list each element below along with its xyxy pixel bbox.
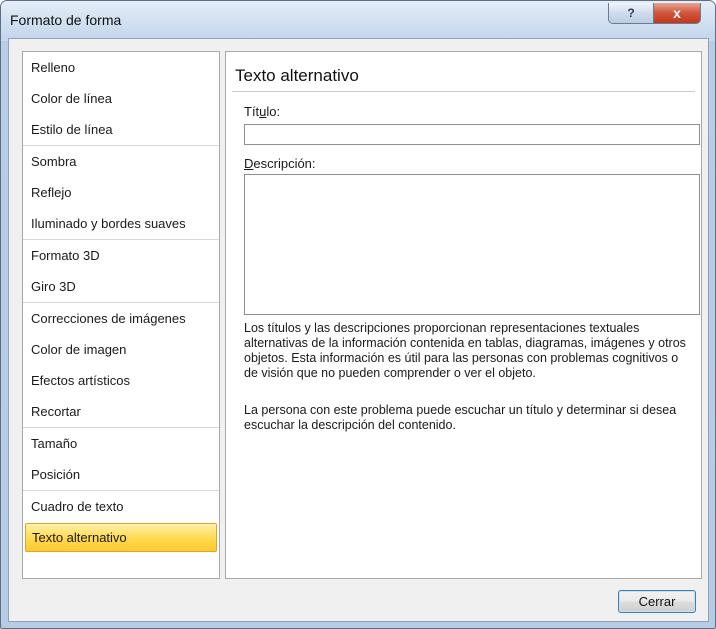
nav-item-giro-3d[interactable]: Giro 3D	[23, 271, 219, 302]
nav-group: Relleno Color de línea Estilo de línea	[23, 52, 219, 146]
description-input[interactable]	[244, 174, 700, 315]
nav-group: Correcciones de imágenes Color de imagen E…	[23, 303, 219, 428]
heading-divider	[232, 91, 695, 92]
nav-item-tamano[interactable]: Tamaño	[23, 428, 219, 459]
description-field-label: Descripción:	[244, 156, 316, 171]
nav-item-color-de-imagen[interactable]: Color de imagen	[23, 334, 219, 365]
close-button[interactable]: Cerrar	[618, 590, 696, 613]
help-text-paragraph-2: La persona con este problema puede escuc…	[244, 403, 677, 432]
title-input[interactable]	[244, 124, 700, 145]
dialog-window: Formato de forma ? x Relleno Color de lín…	[0, 0, 716, 629]
nav-group: Cuadro de texto Texto alternativo	[23, 491, 219, 552]
pane-heading: Texto alternativo	[235, 66, 359, 85]
help-icon: ?	[627, 6, 635, 20]
nav-item-relleno[interactable]: Relleno	[23, 52, 219, 83]
nav-item-iluminado-y-bordes-suaves[interactable]: Iluminado y bordes suaves	[23, 208, 219, 239]
nav-group: Formato 3D Giro 3D	[23, 240, 219, 303]
help-button[interactable]: ?	[608, 3, 654, 24]
nav-group: Tamaño Posición	[23, 428, 219, 491]
nav-item-posicion[interactable]: Posición	[23, 459, 219, 490]
title-field-label: Título:	[244, 104, 281, 119]
nav-item-reflejo[interactable]: Reflejo	[23, 177, 219, 208]
nav-item-cuadro-de-texto[interactable]: Cuadro de texto	[23, 491, 219, 522]
nav-item-texto-alternativo[interactable]: Texto alternativo	[25, 523, 217, 552]
dialog-body: Relleno Color de línea Estilo de línea Somb…	[8, 38, 709, 622]
nav-item-recortar[interactable]: Recortar	[23, 396, 219, 427]
close-icon: x	[673, 5, 681, 21]
window-title: Formato de forma	[10, 12, 122, 28]
alt-text-pane: Texto alternativo Título: Descripción: L…	[225, 51, 702, 579]
nav-item-estilo-de-linea[interactable]: Estilo de línea	[23, 114, 219, 145]
help-text-paragraph-1: Los títulos y las descripciones proporci…	[244, 321, 686, 380]
nav-item-correcciones-de-imagenes[interactable]: Correcciones de imágenes	[23, 303, 219, 334]
nav-item-sombra[interactable]: Sombra	[23, 146, 219, 177]
nav-group: Sombra Reflejo Iluminado y bordes suaves	[23, 146, 219, 240]
nav-item-formato-3d[interactable]: Formato 3D	[23, 240, 219, 271]
close-window-button[interactable]: x	[653, 3, 701, 24]
nav-item-efectos-artisticos[interactable]: Efectos artísticos	[23, 365, 219, 396]
title-bar[interactable]: Formato de forma ? x	[1, 1, 715, 39]
category-list: Relleno Color de línea Estilo de línea Somb…	[22, 51, 220, 579]
nav-item-color-de-linea[interactable]: Color de línea	[23, 83, 219, 114]
